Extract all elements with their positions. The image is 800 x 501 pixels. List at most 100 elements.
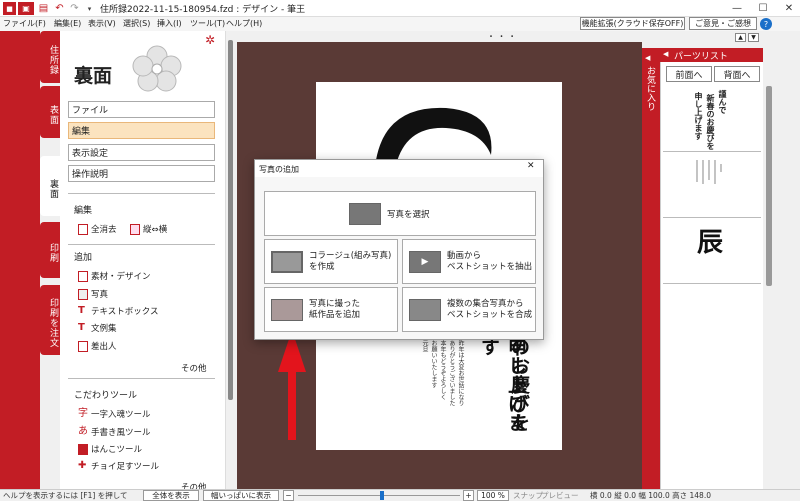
tab-print[interactable]: 印刷 [40, 222, 60, 278]
dialog-close-icon[interactable]: ✕ [527, 161, 535, 171]
minimize-button[interactable]: — [726, 0, 748, 17]
tab-order-print[interactable]: 印刷を注文 [40, 285, 60, 355]
ichiji-tool-button[interactable]: 字 一字入魂ツール [78, 408, 151, 420]
sender-label: 差出人 [91, 342, 117, 352]
choitasu-tool-label: チョイ足すツール [91, 462, 160, 472]
save-icon[interactable]: ▤ [37, 2, 50, 15]
close-button[interactable]: ✕ [778, 0, 800, 17]
dialog-title: 写真の追加 [259, 165, 299, 174]
brush-icon: 字 [78, 407, 88, 419]
paper-work-button[interactable]: 写真に撮った 紙作品を追加 [264, 287, 398, 332]
help-icon[interactable]: ? [760, 18, 772, 30]
collage-button[interactable]: コラージュ(組み写真) を作成 [264, 239, 398, 284]
feature-extension-button[interactable]: 機能拡張(クラウド保存OFF) [580, 17, 685, 30]
textbox-icon: T [78, 304, 85, 316]
new-icon[interactable]: ▣ [18, 2, 34, 15]
snap-toggle[interactable]: スナップ [513, 490, 543, 501]
add-material-design-button[interactable]: 素材・デザイン [78, 270, 151, 282]
menu-edit[interactable]: 編集(E) [54, 18, 81, 29]
add-sender-button[interactable]: 差出人 [78, 340, 117, 352]
zoom-in-button[interactable]: + [463, 490, 474, 501]
dialog-title-bar: 写真の追加 [255, 160, 543, 177]
part-item-2[interactable] [663, 152, 761, 216]
paper-work-label-line-2: 紙作品を追加 [309, 309, 361, 320]
tab-front[interactable]: 表面 [40, 86, 60, 138]
settings-gear-icon[interactable]: ✲ [205, 33, 215, 47]
choitasu-icon: ✚ [78, 459, 87, 471]
card-small-text-3: 本年もどうぞよろしく [439, 340, 446, 400]
paper-artwork-icon [271, 298, 303, 321]
clear-all-button[interactable]: 全消去 [78, 223, 117, 235]
video-label-line-1: 動画から [447, 250, 482, 261]
zoom-slider-thumb[interactable] [380, 491, 385, 500]
zoom-out-button[interactable]: − [283, 490, 294, 501]
menu-view[interactable]: 表示(V) [88, 18, 116, 29]
scroll-down-icon[interactable]: ▼ [748, 33, 759, 42]
parts-scrollbar-thumb[interactable] [766, 86, 772, 286]
scroll-up-icon[interactable]: ▲ [735, 33, 746, 42]
bring-front-button[interactable]: 前面へ [666, 66, 712, 82]
window-title: 住所録2022-11-15-180954.fzd : デザイン - 筆王 [100, 5, 306, 15]
add-section-heading: 追加 [74, 253, 93, 263]
tools-more-link[interactable]: その他 [181, 481, 207, 489]
video-bestshot-button[interactable]: ▶ 動画から ベストショットを抽出 [402, 239, 536, 284]
photo-label: 写真 [91, 290, 109, 300]
preview-toggle[interactable]: プレビュー [541, 490, 579, 501]
add-photo-button[interactable]: 写真 [78, 288, 108, 300]
menu-file[interactable]: ファイル(F) [3, 18, 46, 29]
maximize-button[interactable]: ☐ [752, 0, 774, 17]
textbox-label: テキストボックス [91, 307, 159, 317]
clear-doc-icon [78, 223, 88, 235]
part-item-1[interactable]: 謹んで 新春のお慶びを 申し上げます [663, 86, 761, 150]
add-textbox-button[interactable]: T テキストボックス [78, 305, 159, 317]
example-text-icon: T [78, 321, 85, 333]
menu-select[interactable]: 選択(S) [123, 18, 150, 29]
video-play-icon: ▶ [409, 250, 441, 273]
fit-all-button[interactable]: 全体を表示 [143, 490, 199, 501]
material-label: 素材・デザイン [91, 272, 151, 282]
card-main-text-2: 申し上げます [478, 337, 527, 432]
stamp-icon [78, 443, 88, 455]
collapse-arrow-icon[interactable]: ◀ [645, 54, 650, 62]
panel-edit-button[interactable]: 編集 [68, 122, 215, 139]
send-back-button[interactable]: 背面へ [714, 66, 760, 82]
zoom-slider-track[interactable] [298, 495, 460, 496]
undo-icon[interactable]: ↶ [53, 2, 66, 15]
handwriting-tool-button[interactable]: あ 手書き風ツール [78, 426, 151, 438]
clear-all-label: 全消去 [91, 225, 117, 235]
panel-display-settings-button[interactable]: 表示設定 [68, 144, 215, 161]
quick-access-dropdown-icon[interactable]: ▾ [83, 2, 96, 15]
panel-scrollbar-thumb[interactable] [228, 40, 233, 400]
parts-list-header: ◀ パーツリスト [660, 48, 763, 62]
tab-address-book[interactable]: 住所録 [40, 31, 60, 83]
zoom-value[interactable]: 100 % [477, 490, 509, 501]
video-label: 動画から ベストショットを抽出 [447, 251, 532, 273]
divider [663, 283, 761, 284]
choitasu-tool-button[interactable]: ✚ チョイ足すツール [78, 460, 159, 472]
card-small-text-1: 昨年は大変お世話になり [457, 340, 464, 406]
group-photo-button[interactable]: 複数の集合写真から ベストショットを合成 [402, 287, 536, 332]
feedback-button[interactable]: ご意見・ご感想 [689, 17, 757, 30]
stamp-tool-button[interactable]: はんこツール [78, 443, 142, 455]
panel-file-button[interactable]: ファイル [68, 101, 215, 118]
collapse-arrow-icon[interactable]: ◀ [663, 50, 668, 58]
menu-insert[interactable]: 挿入(I) [157, 18, 182, 29]
divider [68, 378, 215, 379]
menu-help[interactable]: ヘルプ(H) [226, 18, 262, 29]
redo-icon[interactable]: ↷ [68, 2, 81, 15]
part-item-3[interactable]: 辰 [663, 218, 761, 282]
add-example-text-button[interactable]: T 文例集 [78, 322, 117, 334]
tab-back[interactable]: 裏面 [40, 156, 60, 216]
menu-tools[interactable]: ツール(T) [190, 18, 225, 29]
fit-width-button[interactable]: 幅いっぱいに表示 [203, 490, 279, 501]
photo-icon [78, 288, 88, 300]
select-photo-button[interactable]: 写真を選択 [264, 191, 536, 236]
small-text-thumbnail [696, 160, 722, 184]
panel-instructions-button[interactable]: 操作説明 [68, 165, 215, 182]
add-more-link[interactable]: その他 [181, 362, 207, 374]
handwriting-tool-label: 手書き風ツール [91, 428, 151, 438]
help-hint-text: ヘルプを表示するには [F1] を押して [3, 491, 128, 500]
vertical-horizontal-button[interactable]: 縦⇔横 [130, 223, 167, 235]
part-1-text-c: 申し上げます [694, 92, 704, 140]
favorites-tab[interactable]: お気に入り [644, 66, 657, 111]
